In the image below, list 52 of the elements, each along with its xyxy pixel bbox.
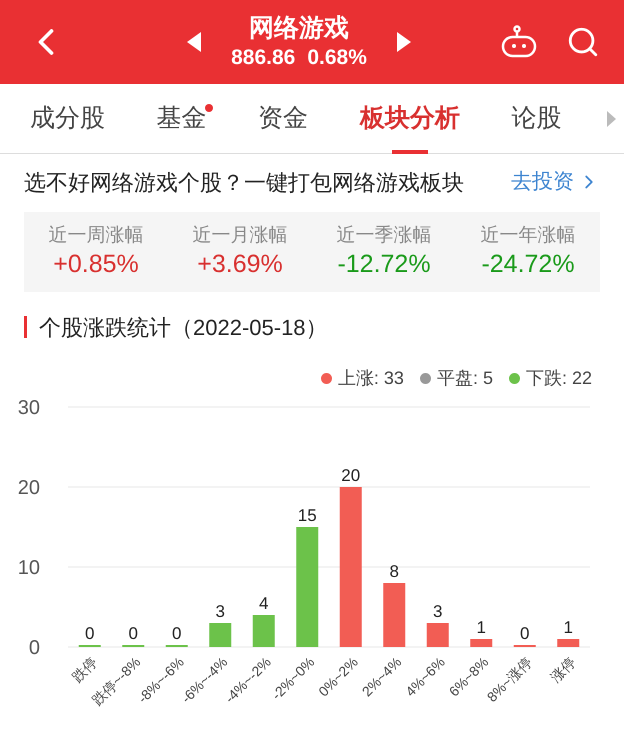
stat-label: 近一季涨幅	[336, 224, 432, 248]
bar-value-label: 15	[298, 506, 317, 525]
y-axis-label: 20	[18, 477, 40, 499]
legend-label: 上涨: 33	[338, 366, 404, 390]
bar-value-label: 0	[128, 624, 138, 643]
stat-value: +3.69%	[197, 249, 283, 280]
stat-label: 近一年涨幅	[480, 224, 576, 248]
bar	[426, 623, 449, 647]
bar	[470, 639, 492, 647]
y-axis-label: 0	[28, 637, 40, 659]
legend-label: 平盘: 5	[436, 366, 493, 390]
bar-value-label: 1	[564, 618, 573, 637]
tab-underline	[392, 150, 428, 154]
y-axis-label: 10	[18, 557, 40, 579]
bar-value-label: 20	[341, 466, 360, 485]
promo-text: 选不好网络游戏个股？一键打包网络游戏板块	[24, 168, 464, 196]
robot-icon[interactable]	[500, 25, 538, 59]
tab[interactable]: 基金	[150, 84, 213, 154]
stat-label: 近一周涨幅	[48, 224, 144, 248]
stat-value: +0.85%	[53, 249, 139, 280]
stat-label: 近一月涨幅	[192, 224, 288, 248]
x-axis-label: 涨停	[547, 654, 578, 685]
stat-value: -12.72%	[337, 249, 431, 280]
search-icon[interactable]	[566, 25, 600, 59]
bar-value-label: 0	[85, 624, 94, 643]
bar-value-label: 4	[259, 594, 268, 613]
tab[interactable]: 资金	[252, 84, 314, 154]
x-axis-label: 跌停	[68, 654, 100, 685]
section-marker	[24, 316, 27, 338]
next-arrow-icon[interactable]	[396, 32, 411, 52]
stat-value: -24.72%	[481, 249, 575, 280]
index-change: 0.68%	[307, 45, 367, 71]
tab[interactable]: 论股	[505, 84, 568, 154]
bar	[209, 623, 232, 647]
legend-label: 下跌: 22	[526, 366, 592, 390]
tab[interactable]: 板块分析	[354, 84, 466, 154]
invest-link[interactable]: 去投资	[511, 166, 600, 198]
section-title: 个股涨跌统计（2022-05-18）	[39, 314, 328, 342]
y-axis-label: 30	[18, 397, 40, 419]
previous-arrow-icon[interactable]	[187, 32, 202, 52]
bar	[252, 615, 275, 647]
bar-value-label: 0	[172, 624, 182, 643]
bar	[557, 639, 580, 647]
bar-value-label: 1	[476, 618, 486, 637]
tab[interactable]: 成分股	[24, 84, 111, 154]
bar-value-label: 3	[433, 602, 442, 621]
bar-value-label: 8	[390, 562, 399, 581]
index-value: 886.86	[231, 45, 296, 71]
bar-value-label: 0	[520, 624, 530, 643]
page-title: 网络游戏	[249, 13, 349, 44]
bar	[383, 583, 406, 647]
bar-value-label: 3	[216, 602, 225, 621]
